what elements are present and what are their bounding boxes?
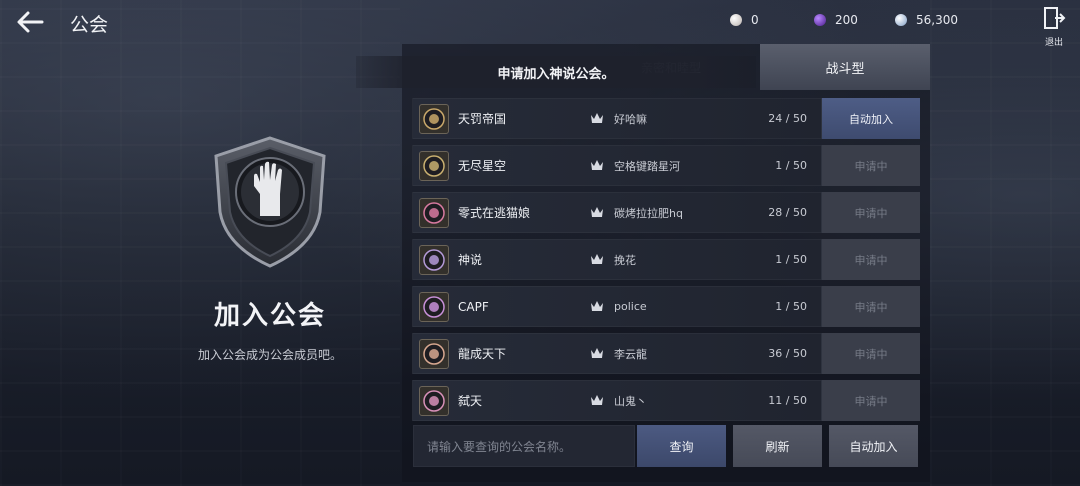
pending-status-button[interactable]: 申请中: [822, 380, 920, 421]
guild-name: 天罚帝国: [458, 112, 507, 126]
crown-icon: [591, 254, 603, 264]
crystal-icon: [895, 14, 907, 26]
member-count: 11 / 50: [768, 394, 807, 407]
crown-icon: [591, 113, 603, 123]
search-placeholder: 请输入要查询的公会名称。: [427, 439, 572, 454]
currency-value: 200: [835, 13, 858, 27]
horned-skull-icon: [419, 339, 449, 369]
guild-name: 龍成天下: [458, 347, 507, 361]
castle-wall-left: [0, 0, 400, 486]
currency-pearl: 0: [730, 10, 759, 30]
crown-icon: [591, 160, 603, 170]
guild-name: 零式在逃猫娘: [458, 206, 531, 220]
purple-gem-icon: [814, 14, 826, 26]
diamond-emblem-icon: [419, 151, 449, 181]
guild-name: 神说: [458, 253, 483, 267]
crown-icon: [591, 348, 603, 358]
guild-leader: 好哈嘛: [614, 112, 647, 126]
guild-leader: 李云龍: [614, 347, 647, 361]
auto-join-button[interactable]: 自动加入: [829, 425, 918, 467]
currency-crystal: 56,300: [895, 10, 958, 30]
sword-emblem-icon: [419, 198, 449, 228]
member-count: 24 / 50: [768, 112, 807, 125]
crown-icon: [591, 301, 603, 311]
crown-icon: [591, 395, 603, 405]
guild-leader: 空格键踏星河: [614, 159, 680, 173]
castle-wall-right: [930, 0, 1080, 486]
guild-leader: 挽花: [614, 253, 636, 267]
guild-name: 弑天: [458, 394, 483, 408]
guild-row[interactable]: 天罚帝国 好哈嘛 24 / 50: [412, 98, 822, 139]
crown-icon: [591, 207, 603, 217]
search-button[interactable]: 查询: [637, 425, 726, 467]
guild-row[interactable]: CAPF police 1 / 50: [412, 286, 822, 327]
guild-shield-emblem: [210, 134, 330, 270]
exit-button[interactable]: 退出: [1040, 6, 1068, 48]
guild-leader: 山鬼丶: [614, 394, 647, 408]
member-count: 36 / 50: [768, 347, 807, 360]
guild-row[interactable]: 无尽星空 空格键踏星河 1 / 50: [412, 145, 822, 186]
top-bar: 公会 0 200 56,300 退出: [0, 0, 1080, 48]
refresh-button[interactable]: 刷新: [733, 425, 822, 467]
pending-status-button[interactable]: 申请中: [822, 145, 920, 186]
guild-row[interactable]: 神说 挽花 1 / 50: [412, 239, 822, 280]
currency-value: 56,300: [916, 13, 958, 27]
spiral-emblem-icon: [419, 386, 449, 416]
pending-status-button[interactable]: 申请中: [822, 239, 920, 280]
guild-row[interactable]: 弑天 山鬼丶 11 / 50: [412, 380, 822, 421]
pending-status-button[interactable]: 申请中: [822, 192, 920, 233]
currency-purple-gem: 200: [814, 10, 858, 30]
pending-status-button[interactable]: 申请中: [822, 333, 920, 374]
guild-name: 无尽星空: [458, 159, 507, 173]
auto-join-row-button[interactable]: 自动加入: [822, 98, 920, 139]
member-count: 1 / 50: [775, 253, 807, 266]
guild-row[interactable]: 龍成天下 李云龍 36 / 50: [412, 333, 822, 374]
horned-helmet-icon: [419, 104, 449, 134]
sun-emblem-icon: [419, 245, 449, 275]
toast-notice: 申请加入神说公会。: [356, 56, 756, 88]
exit-door-icon: [1044, 7, 1066, 29]
guild-leader: 碳烤拉拉肥hq: [614, 206, 683, 220]
exit-label: 退出: [1044, 38, 1063, 48]
member-count: 1 / 50: [775, 159, 807, 172]
tab-combat[interactable]: 战斗型: [760, 44, 930, 90]
page-title: 公会: [70, 14, 109, 36]
crown-emblem-icon: [419, 292, 449, 322]
join-guild-description: 加入公会成为公会成员吧。: [197, 348, 342, 362]
member-count: 1 / 50: [775, 300, 807, 313]
pearl-icon: [730, 14, 742, 26]
join-guild-title: 加入公会: [213, 301, 326, 331]
guild-leader: police: [614, 300, 647, 313]
guild-name: CAPF: [458, 299, 489, 314]
currency-value: 0: [751, 13, 759, 27]
member-count: 28 / 50: [768, 206, 807, 219]
guild-row[interactable]: 零式在逃猫娘 碳烤拉拉肥hq 28 / 50: [412, 192, 822, 233]
pending-status-button[interactable]: 申请中: [822, 286, 920, 327]
back-arrow-icon: [17, 11, 44, 33]
guild-search-input[interactable]: 请输入要查询的公会名称。: [413, 425, 635, 467]
back-button[interactable]: [14, 8, 46, 36]
